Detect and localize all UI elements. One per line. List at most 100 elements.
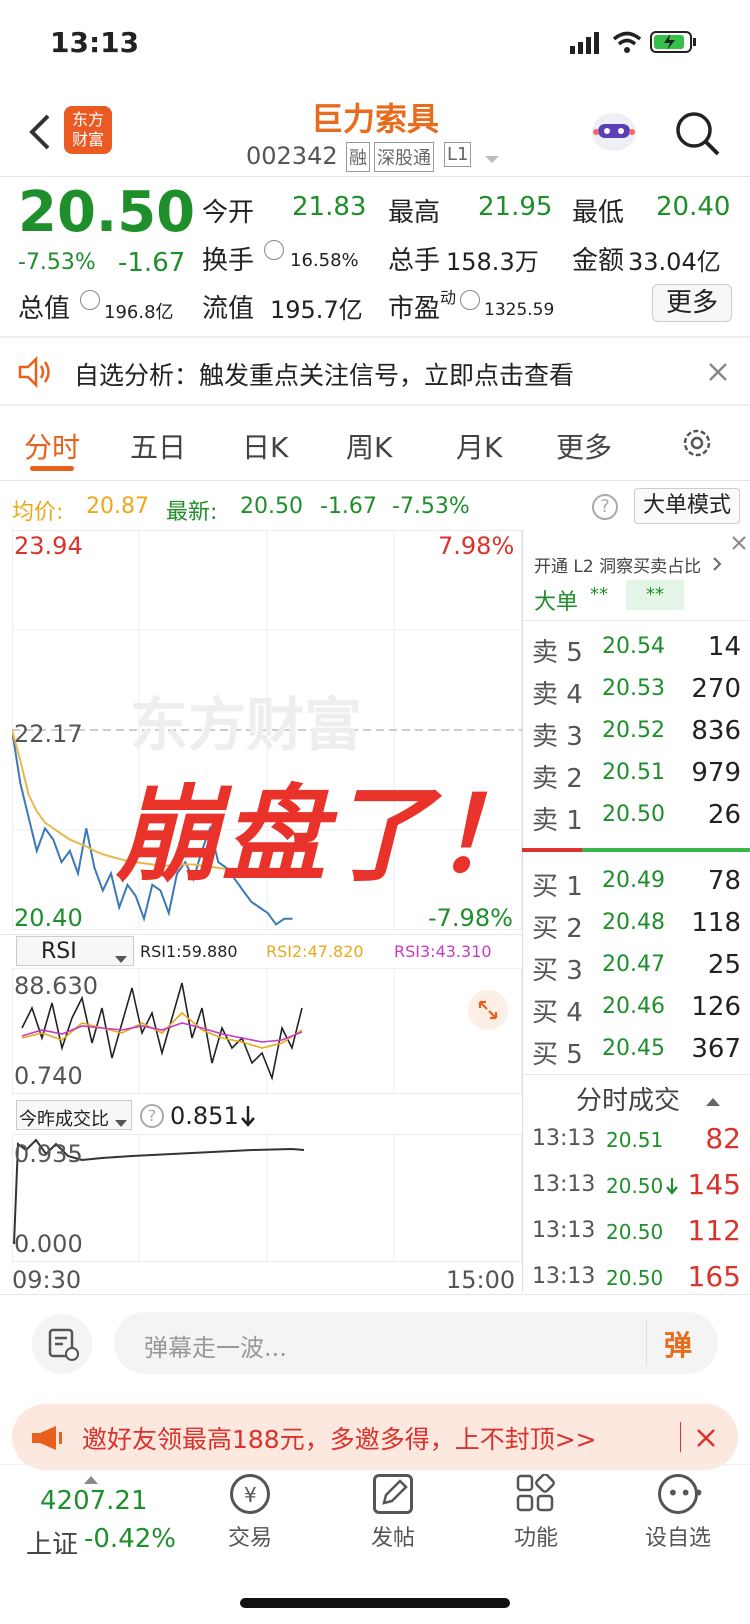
nav-watchlist[interactable]: ••• 设自选	[618, 1474, 738, 1552]
volume-label: 总手	[388, 246, 441, 276]
y-high-label: 23.94	[14, 532, 83, 560]
deal-row: 13:13 20.50 145	[532, 1164, 747, 1208]
close-icon[interactable]	[696, 1428, 716, 1448]
more-dots-icon: •••	[658, 1474, 704, 1514]
buy-price: 20.46	[602, 994, 665, 1019]
index-value[interactable]: 4207.21	[40, 1486, 148, 1516]
rsi-selector[interactable]: RSI	[16, 936, 134, 966]
rsi-top-label: 88.630	[14, 972, 98, 1000]
expand-icon[interactable]	[468, 990, 508, 1030]
tab-daily-k[interactable]: 日K	[242, 426, 288, 466]
big-order-stars-1: **	[590, 584, 608, 605]
avg-value: 20.87	[86, 494, 149, 519]
gear-icon[interactable]	[680, 426, 714, 460]
notice-text[interactable]: 自选分析：触发重点关注信号，立即点击查看	[74, 356, 574, 392]
buy-label: 买 1	[532, 872, 583, 902]
help-icon[interactable]: ?	[592, 494, 618, 520]
ratio-chart	[12, 1134, 522, 1262]
danmaku-input[interactable]: 弹幕走一波... 弹	[114, 1312, 718, 1374]
rsi-bottom-label: 0.740	[14, 1062, 83, 1090]
edit-icon	[373, 1474, 413, 1514]
avg-label: 均价:	[12, 500, 64, 525]
sell-volume: 14	[707, 632, 741, 662]
pe-label: 市盈	[388, 294, 441, 324]
amount-value: 33.04亿	[628, 248, 721, 276]
tab-monthly-k[interactable]: 月K	[456, 426, 502, 466]
caret-up-icon	[706, 1092, 720, 1106]
ratio-selector[interactable]: 今昨成交比	[16, 1100, 132, 1130]
info-icon[interactable]	[80, 290, 100, 310]
close-icon[interactable]	[708, 362, 728, 382]
buy-volume: 118	[691, 908, 741, 938]
sell-price: 20.52	[602, 718, 665, 743]
sell-row-3[interactable]: 卖 3 20.52 836	[532, 712, 747, 754]
stock-name: 巨力索具	[310, 100, 439, 138]
robot-avatar-icon[interactable]	[586, 108, 642, 158]
danmaku-settings-icon[interactable]	[32, 1314, 92, 1374]
sell-row-2[interactable]: 卖 2 20.51 979	[532, 754, 747, 796]
megaphone-icon	[30, 1424, 64, 1452]
deal-volume: 165	[687, 1260, 741, 1293]
tab-five-day[interactable]: 五日	[130, 426, 186, 466]
search-icon[interactable]	[674, 110, 722, 158]
crash-overlay-text: 崩盘了！	[116, 774, 541, 896]
sell-row-4[interactable]: 卖 4 20.53 270	[532, 670, 747, 712]
app-logo: 东方 财富	[64, 106, 112, 154]
float-cap-value: 195.7亿	[270, 296, 363, 324]
dropdown-icon[interactable]	[484, 150, 500, 163]
open-value: 21.83	[292, 192, 367, 222]
l2-promo[interactable]: 开通 L2 洞察买卖占比	[534, 552, 701, 577]
back-icon[interactable]	[26, 112, 54, 152]
sell-volume: 979	[691, 758, 741, 788]
tab-more[interactable]: 更多	[556, 426, 612, 466]
deals-title[interactable]: 分时成交	[576, 1080, 680, 1117]
panel-divider	[522, 530, 523, 1292]
buy-row-2[interactable]: 买 2 20.48 118	[532, 904, 747, 946]
more-button[interactable]: 更多	[652, 284, 732, 322]
nav-trade-label: 交易	[227, 1526, 272, 1551]
info-icon[interactable]	[460, 290, 480, 310]
divider	[680, 1422, 681, 1452]
buy-row-3[interactable]: 买 3 20.47 25	[532, 946, 747, 988]
index-label[interactable]: 上证	[26, 1524, 78, 1561]
pct-low-label: -7.98%	[428, 904, 513, 932]
nav-trade[interactable]: ¥ 交易	[190, 1474, 310, 1552]
app-screen: 13:13 东方 财富 巨力索具 002342 融 深股通 L1 20.50 -…	[0, 0, 750, 1624]
nav-functions[interactable]: 功能	[476, 1474, 596, 1552]
ratio-top-label: 0.935	[14, 1140, 83, 1168]
close-icon[interactable]	[730, 534, 748, 552]
danmaku-send-button[interactable]: 弹	[664, 1324, 692, 1364]
info-icon[interactable]	[264, 240, 284, 260]
buy-row-5[interactable]: 买 5 20.45 367	[532, 1030, 747, 1072]
big-order-mode-button[interactable]: 大单模式	[634, 488, 740, 524]
sell-row-5[interactable]: 卖 5 20.54 14	[532, 628, 747, 670]
help-icon[interactable]: ?	[140, 1104, 164, 1128]
high-label: 最高	[388, 198, 441, 228]
deal-volume: 145	[687, 1168, 741, 1201]
sell-row-1[interactable]: 卖 1 20.50 26	[532, 796, 747, 838]
home-indicator[interactable]	[240, 1598, 510, 1608]
promo-banner[interactable]: 邀好友领最高188元，多邀多得，上不封顶>>	[12, 1404, 738, 1470]
buy-row-4[interactable]: 买 4 20.46 126	[532, 988, 747, 1030]
big-order-stars-2: **	[626, 580, 684, 610]
index-change[interactable]: -0.42%	[84, 1524, 176, 1554]
pe-value: 1325.59	[484, 300, 555, 320]
tab-intraday[interactable]: 分时	[24, 426, 80, 466]
current-price: 20.50	[18, 180, 196, 245]
change-pct: -7.53%	[18, 250, 96, 275]
x-end-label: 15:00	[446, 1266, 516, 1294]
deal-time: 13:13	[532, 1126, 596, 1151]
y-mid-label: 22.17	[14, 720, 83, 748]
sell-label: 卖 5	[532, 638, 583, 668]
caret-up-icon	[84, 1470, 98, 1484]
speaker-icon	[18, 355, 54, 389]
buy-ratio-bar	[582, 848, 750, 852]
tag-connect: 深股通	[374, 142, 434, 172]
tab-weekly-k[interactable]: 周K	[346, 426, 392, 466]
buy-label: 买 2	[532, 914, 583, 944]
promo-text: 邀好友领最高188元，多邀多得，上不封顶>>	[82, 1425, 597, 1454]
big-order-label: 大单	[534, 590, 579, 615]
chevron-down-icon	[115, 1113, 127, 1127]
nav-post[interactable]: 发帖	[333, 1474, 453, 1552]
buy-row-1[interactable]: 买 1 20.49 78	[532, 862, 747, 904]
